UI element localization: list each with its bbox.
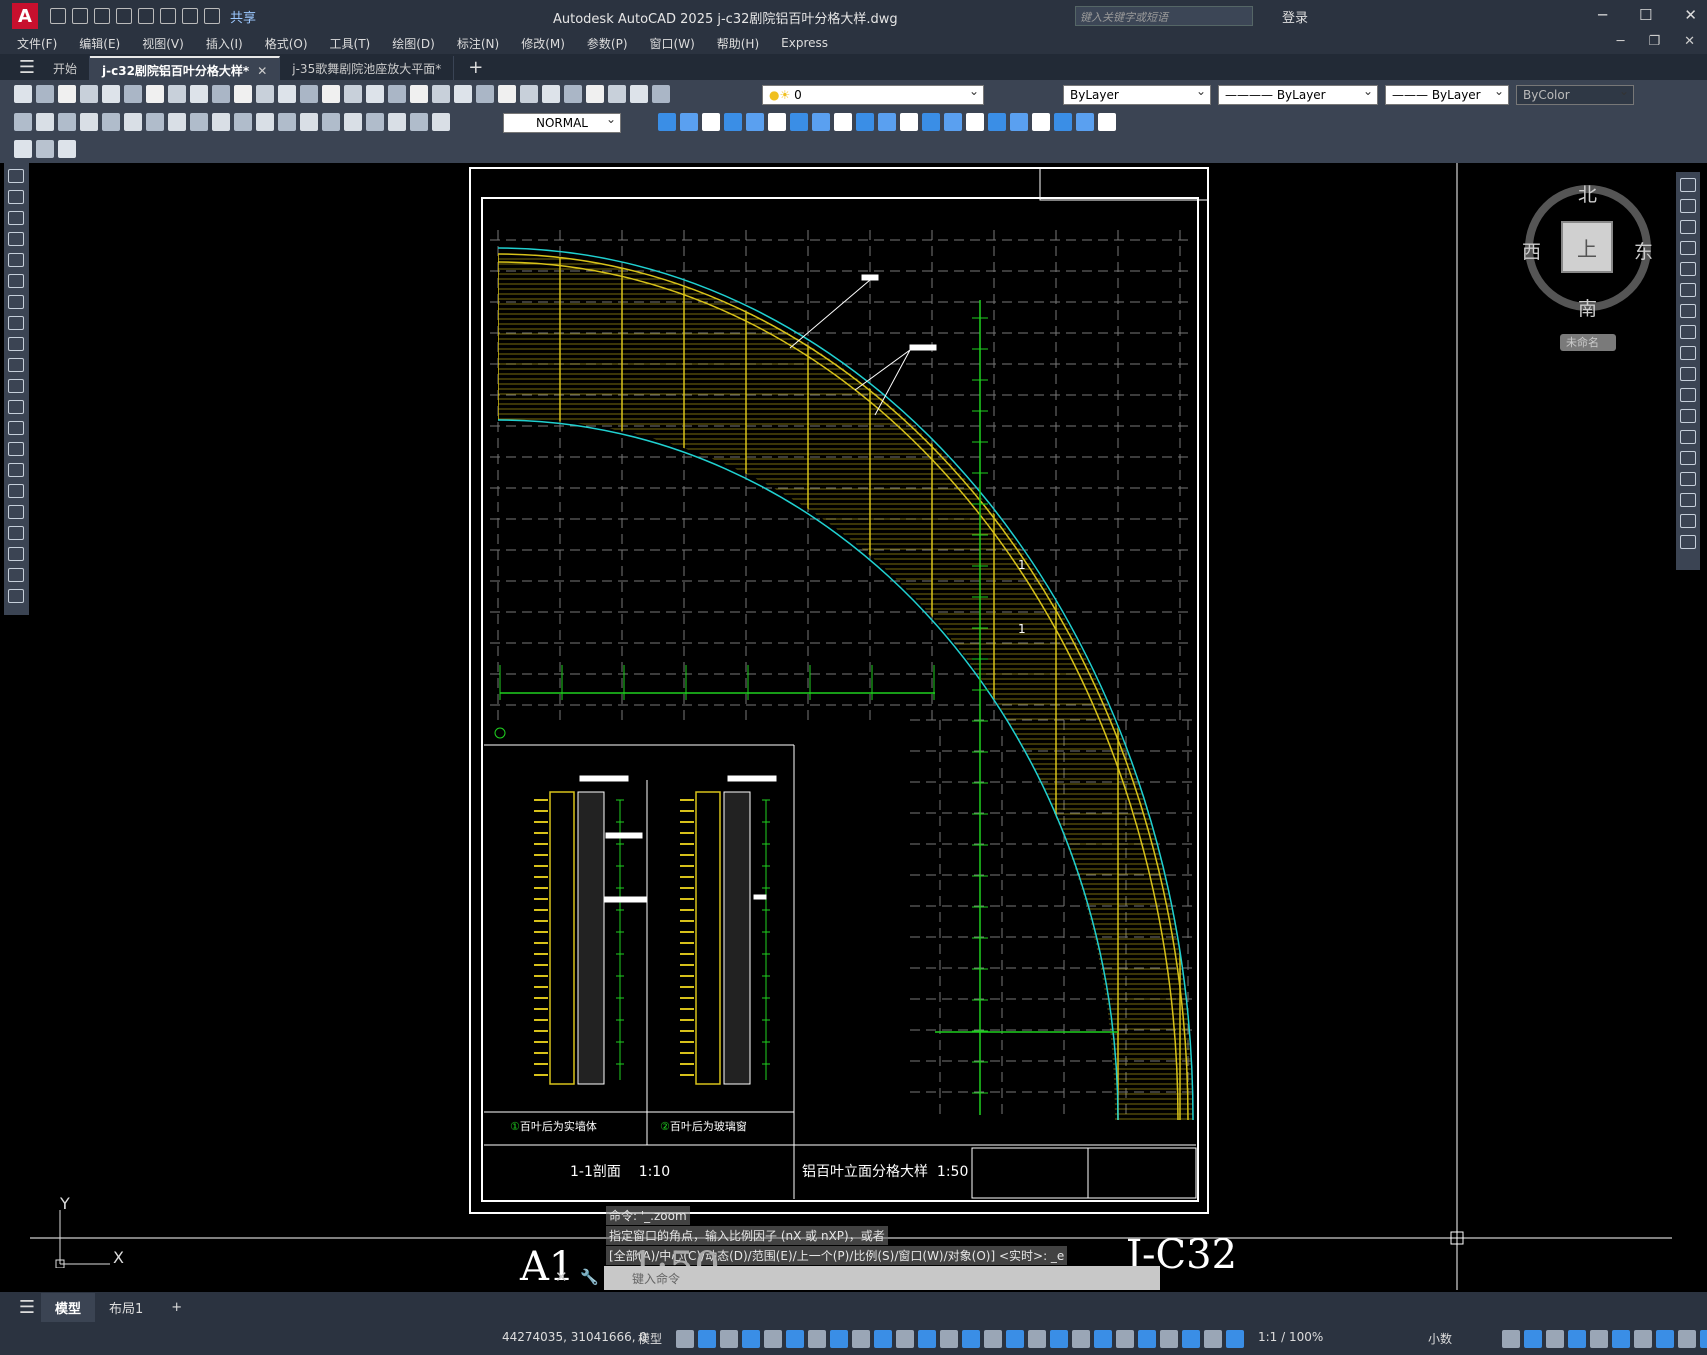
status-toggle-icon[interactable]	[1072, 1330, 1090, 1348]
section-title: 1-1剖面 1:10	[570, 1164, 671, 1180]
ucs-x-label: X	[113, 1248, 124, 1267]
status-icon[interactable]	[1656, 1330, 1674, 1348]
model-space-toggle[interactable]: 模型	[638, 1330, 662, 1347]
status-toggle-icon[interactable]	[918, 1330, 936, 1348]
tab-layout1[interactable]: 布局1	[95, 1293, 157, 1322]
status-toggle-icon[interactable]	[786, 1330, 804, 1348]
status-toggle-icon[interactable]	[1116, 1330, 1134, 1348]
status-toggle-icon[interactable]	[676, 1330, 694, 1348]
status-toggle-icon[interactable]	[1226, 1330, 1244, 1348]
close-cmd-icon[interactable]: ✕	[555, 1268, 568, 1286]
status-toggles	[676, 1330, 1244, 1348]
status-toggle-icon[interactable]	[1050, 1330, 1068, 1348]
elevation-title: 铝百叶立面分格大样 1:50	[802, 1164, 969, 1180]
wrench-icon[interactable]: 🔧	[580, 1268, 599, 1286]
status-toggle-icon[interactable]	[940, 1330, 958, 1348]
layout-menu-icon[interactable]: ☰	[13, 1294, 41, 1320]
command-history-2: 指定窗口的角点，输入比例因子 (nX 或 nXP)，或者	[606, 1226, 888, 1245]
annotation-scale[interactable]: 1:1 / 100%	[1258, 1330, 1323, 1344]
status-icon[interactable]	[1502, 1330, 1520, 1348]
status-icon[interactable]	[1590, 1330, 1608, 1348]
status-toggle-icon[interactable]	[984, 1330, 1002, 1348]
status-toggle-icon[interactable]	[1160, 1330, 1178, 1348]
status-icon[interactable]	[1634, 1330, 1652, 1348]
units-dropdown[interactable]: 小数	[1428, 1330, 1452, 1347]
compass-east[interactable]: 东	[1634, 237, 1653, 264]
cad-drawing[interactable]	[0, 0, 1707, 1355]
status-toggle-icon[interactable]	[742, 1330, 760, 1348]
status-toggle-icon[interactable]	[1094, 1330, 1112, 1348]
section-mark-bottom: 1	[1018, 622, 1026, 636]
status-toggle-icon[interactable]	[808, 1330, 826, 1348]
status-toggle-icon[interactable]	[852, 1330, 870, 1348]
coordinate-readout: 44274035, 31041666, 0	[502, 1330, 648, 1344]
status-icon[interactable]	[1612, 1330, 1630, 1348]
status-icon[interactable]	[1524, 1330, 1542, 1348]
tab-model[interactable]: 模型	[41, 1292, 96, 1322]
status-toggle-icon[interactable]	[1182, 1330, 1200, 1348]
status-icon[interactable]	[1546, 1330, 1564, 1348]
status-toggle-icon[interactable]	[962, 1330, 980, 1348]
layout-tab-bar: ☰ 模型 布局1 +	[0, 1292, 1707, 1322]
status-toggle-icon[interactable]	[764, 1330, 782, 1348]
status-toggle-icon[interactable]	[1028, 1330, 1046, 1348]
compass-north[interactable]: 北	[1578, 180, 1597, 207]
status-toggle-icon[interactable]	[720, 1330, 738, 1348]
status-toggle-icon[interactable]	[1204, 1330, 1222, 1348]
command-history-1: 命令: '_.zoom	[606, 1206, 690, 1225]
compass-south[interactable]: 南	[1578, 294, 1597, 321]
status-icon[interactable]	[1678, 1330, 1696, 1348]
status-toggle-icon[interactable]	[830, 1330, 848, 1348]
status-icon[interactable]	[1568, 1330, 1586, 1348]
compass-west[interactable]: 西	[1522, 237, 1541, 264]
status-toggle-icon[interactable]	[896, 1330, 914, 1348]
status-icon[interactable]	[1700, 1330, 1707, 1348]
detail-1-label: ①百叶后为实墙体	[510, 1120, 597, 1133]
ucs-menu[interactable]: 未命名	[1560, 334, 1616, 351]
status-toggle-icon[interactable]	[874, 1330, 892, 1348]
add-layout-icon[interactable]: +	[157, 1295, 196, 1320]
title-block-top	[1039, 167, 1209, 201]
section-mark-top: 1	[1018, 558, 1026, 572]
status-toggle-icon[interactable]	[698, 1330, 716, 1348]
viewcube-top-face[interactable]: 上	[1561, 221, 1613, 273]
status-toggle-icon[interactable]	[1006, 1330, 1024, 1348]
detail-2-label: ②百叶后为玻璃窗	[660, 1120, 747, 1133]
status-toggle-icon[interactable]	[1138, 1330, 1156, 1348]
command-input[interactable]: 键入命令	[604, 1266, 1160, 1290]
status-right-icons	[1502, 1330, 1707, 1348]
ucs-y-label: Y	[60, 1194, 70, 1213]
section-details	[534, 791, 770, 1085]
